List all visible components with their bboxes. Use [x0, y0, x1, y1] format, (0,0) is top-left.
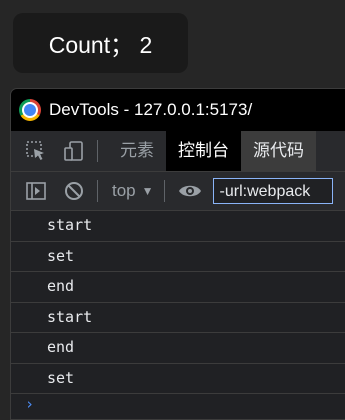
tab-elements[interactable]: 元素	[108, 131, 166, 171]
context-label: top	[112, 181, 136, 200]
toolbar-divider	[163, 180, 165, 202]
device-toolbar-icon[interactable]	[61, 138, 87, 164]
console-log-line: end	[11, 272, 345, 303]
tab-sources[interactable]: 源代码	[241, 131, 316, 171]
devtools-titlebar: DevTools - 127.0.0.1:5173/	[11, 89, 345, 131]
toolbar-divider	[97, 180, 98, 202]
chrome-logo-icon	[19, 99, 41, 121]
context-selector[interactable]: top ▼	[112, 181, 154, 201]
count-display: Count； 2	[13, 13, 188, 73]
prompt-chevron-icon: ›	[25, 395, 35, 413]
dropdown-arrow-icon: ▼	[141, 184, 154, 198]
console-log-line: start	[11, 211, 345, 242]
console-log-line: set	[11, 242, 345, 272]
tab-console[interactable]: 控制台	[166, 131, 241, 171]
console-toolbar: top ▼ -url:webpack	[11, 172, 345, 211]
live-expression-eye-icon[interactable]	[177, 178, 203, 204]
console-output: start set end start end set ›	[11, 211, 345, 414]
devtools-tabbar: 元素 控制台 源代码	[11, 131, 345, 172]
console-filter-input[interactable]: -url:webpack	[212, 178, 333, 204]
console-log-line: end	[11, 333, 345, 364]
sidebar-toggle-icon[interactable]	[23, 178, 49, 204]
clear-console-icon[interactable]	[61, 178, 87, 204]
toolbar-divider	[97, 140, 98, 162]
console-log-line: start	[11, 303, 345, 333]
window-title: DevTools - 127.0.0.1:5173/	[49, 100, 253, 119]
devtools-window: DevTools - 127.0.0.1:5173/ 元素 控制台 源代码 to…	[10, 88, 345, 420]
console-prompt[interactable]: ›	[11, 394, 345, 414]
inspect-element-icon[interactable]	[23, 138, 49, 164]
console-log-line: set	[11, 364, 345, 394]
